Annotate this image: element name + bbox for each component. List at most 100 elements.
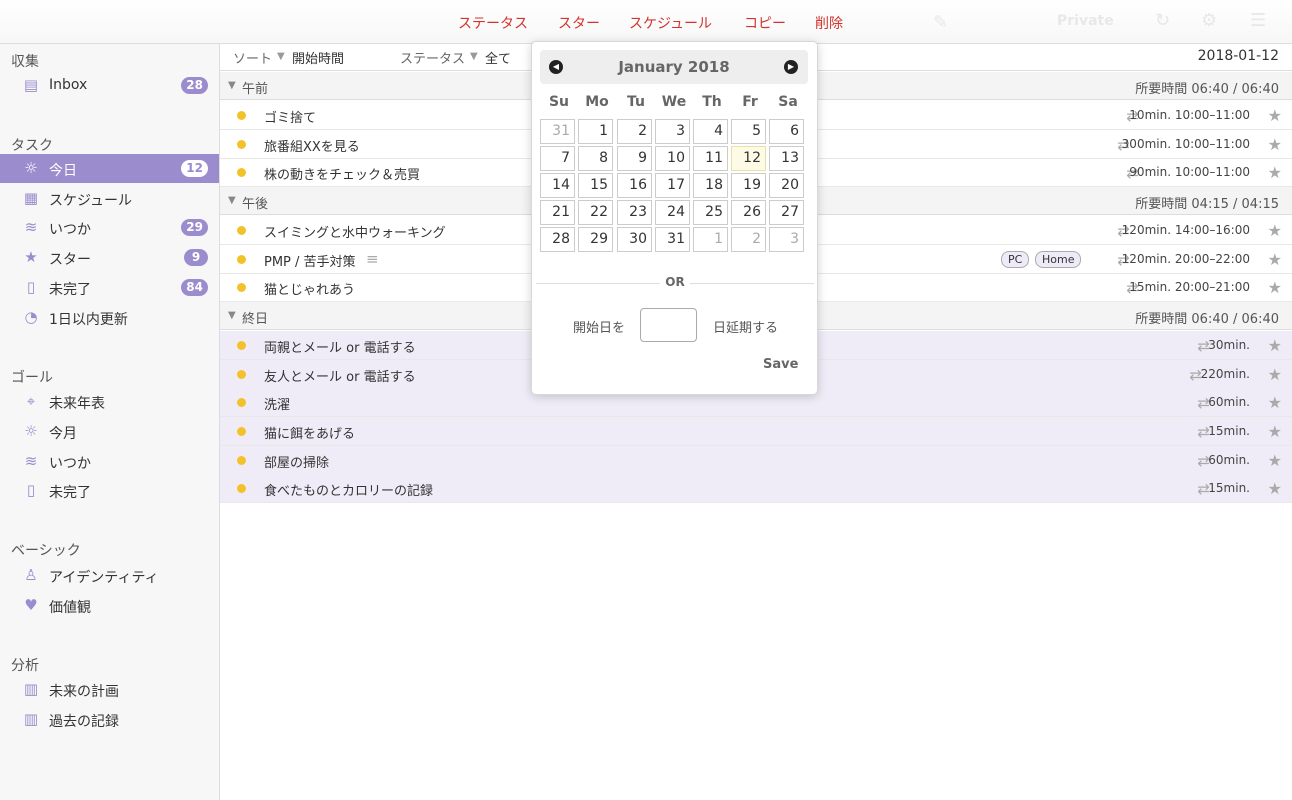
calendar-day[interactable]: 17: [655, 173, 690, 198]
star-icon[interactable]: ★: [1268, 451, 1282, 470]
status-dot[interactable]: [237, 427, 246, 436]
delay-days-input[interactable]: [640, 308, 697, 342]
task-row[interactable]: 部屋の掃除 ⇄ 60min. ★: [220, 446, 1292, 475]
schedule-menu[interactable]: スケジュール: [629, 13, 712, 33]
calendar-day[interactable]: 31: [655, 227, 690, 252]
sidebar-item-future-plan[interactable]: ▥ 未来の計画: [0, 675, 219, 704]
calendar-day[interactable]: 27: [769, 200, 804, 225]
sidebar-item-past-record[interactable]: ▥ 過去の記録: [0, 705, 219, 734]
collapse-arrow-icon[interactable]: ▼: [228, 310, 236, 321]
calendar-day[interactable]: 15: [578, 173, 613, 198]
status-menu[interactable]: ステータス: [458, 13, 528, 33]
star-icon[interactable]: ★: [1268, 479, 1282, 498]
refresh-icon[interactable]: ↻: [1155, 10, 1170, 31]
star-icon[interactable]: ★: [1268, 422, 1282, 441]
status-dot[interactable]: [237, 398, 246, 407]
sidebar-item-goal-someday[interactable]: ≋ いつか: [0, 447, 219, 476]
status-dot[interactable]: [237, 484, 246, 493]
calendar-day[interactable]: 10: [655, 146, 690, 171]
current-date[interactable]: 2018-01-12: [1198, 48, 1279, 64]
calendar-day[interactable]: 30: [617, 227, 652, 252]
calendar-day[interactable]: 18: [693, 173, 728, 198]
star-menu[interactable]: スター: [558, 13, 600, 33]
star-icon[interactable]: ★: [1268, 221, 1282, 240]
calendar-day[interactable]: 1: [693, 227, 728, 252]
status-dot[interactable]: [237, 255, 246, 264]
star-icon[interactable]: ★: [1268, 336, 1282, 355]
calendar-day[interactable]: 3: [769, 227, 804, 252]
copy-menu[interactable]: コピー: [744, 13, 786, 33]
next-month-icon[interactable]: ▶: [784, 60, 798, 74]
calendar-day[interactable]: 28: [540, 227, 575, 252]
sidebar-item-incomplete[interactable]: ▯ 未完了 84: [0, 273, 219, 302]
sidebar-item-identity[interactable]: ♙ アイデンティティ: [0, 561, 219, 590]
sidebar-item-inbox[interactable]: ▤ Inbox 28: [0, 71, 219, 100]
calendar-day[interactable]: 3: [655, 119, 690, 144]
gear-icon[interactable]: ⚙: [1201, 10, 1217, 31]
sidebar-item-star[interactable]: ★ スター 9: [0, 243, 219, 272]
calendar-day[interactable]: 13: [769, 146, 804, 171]
star-icon[interactable]: ★: [1268, 106, 1282, 125]
calendar-day[interactable]: 4: [693, 119, 728, 144]
status-dot[interactable]: [237, 341, 246, 350]
sidebar-item-values[interactable]: ♥ 価値観: [0, 591, 219, 620]
calendar-day[interactable]: 8: [578, 146, 613, 171]
star-icon[interactable]: ★: [1268, 278, 1282, 297]
menu-icon[interactable]: ☰: [1250, 10, 1266, 31]
status-dot[interactable]: [237, 168, 246, 177]
calendar-day[interactable]: 2: [731, 227, 766, 252]
calendar-day[interactable]: 2: [617, 119, 652, 144]
calendar-day[interactable]: 14: [540, 173, 575, 198]
sidebar-item-today[interactable]: ☼ 今日 12: [0, 154, 219, 183]
collapse-arrow-icon[interactable]: ▼: [228, 80, 236, 91]
status-dot[interactable]: [237, 370, 246, 379]
status-arrow-icon[interactable]: ▼: [470, 51, 478, 62]
privacy-label[interactable]: Private: [1057, 13, 1114, 29]
edit-icon[interactable]: ✎: [933, 12, 948, 33]
sidebar-item-this-month[interactable]: ☼ 今月: [0, 417, 219, 446]
sidebar-item-future-timeline[interactable]: ⌖ 未来年表: [0, 387, 219, 416]
collapse-arrow-icon[interactable]: ▼: [228, 195, 236, 206]
calendar-day[interactable]: 25: [693, 200, 728, 225]
sort-select[interactable]: 開始時間: [292, 48, 344, 67]
sidebar-item-updated[interactable]: ◔ 1日以内更新: [0, 303, 219, 332]
calendar-day[interactable]: 22: [578, 200, 613, 225]
tag-pc[interactable]: PC: [1001, 251, 1030, 268]
calendar-day[interactable]: 7: [540, 146, 575, 171]
star-icon[interactable]: ★: [1268, 250, 1282, 269]
status-dot[interactable]: [237, 226, 246, 235]
calendar-day[interactable]: 11: [693, 146, 728, 171]
note-icon[interactable]: ≡: [366, 250, 379, 268]
status-select[interactable]: 全て: [485, 48, 511, 67]
calendar-day[interactable]: 24: [655, 200, 690, 225]
calendar-day[interactable]: 23: [617, 200, 652, 225]
calendar-day[interactable]: 20: [769, 173, 804, 198]
task-row[interactable]: 猫に餌をあげる ⇄ 15min. ★: [220, 417, 1292, 446]
sort-arrow-icon[interactable]: ▼: [277, 51, 285, 62]
star-icon[interactable]: ★: [1268, 163, 1282, 182]
task-row[interactable]: 食べたものとカロリーの記録 ⇄ 15min. ★: [220, 474, 1292, 503]
delete-menu[interactable]: 削除: [815, 13, 843, 33]
calendar-day[interactable]: 9: [617, 146, 652, 171]
sidebar-item-someday[interactable]: ≋ いつか 29: [0, 213, 219, 242]
status-dot[interactable]: [237, 140, 246, 149]
status-dot[interactable]: [237, 111, 246, 120]
sidebar-item-schedule[interactable]: ▦ スケジュール: [0, 184, 219, 213]
sidebar-item-goal-incomplete[interactable]: ▯ 未完了: [0, 476, 219, 505]
calendar-day[interactable]: 16: [617, 173, 652, 198]
calendar-day[interactable]: 31: [540, 119, 575, 144]
calendar-day[interactable]: 1: [578, 119, 613, 144]
calendar-day[interactable]: 12: [731, 146, 766, 171]
calendar-day[interactable]: 19: [731, 173, 766, 198]
save-button[interactable]: Save: [763, 357, 798, 372]
star-icon[interactable]: ★: [1268, 365, 1282, 384]
status-dot[interactable]: [237, 283, 246, 292]
status-dot[interactable]: [237, 456, 246, 465]
calendar-day[interactable]: 21: [540, 200, 575, 225]
star-icon[interactable]: ★: [1268, 135, 1282, 154]
tag-home[interactable]: Home: [1035, 251, 1082, 268]
calendar-day[interactable]: 6: [769, 119, 804, 144]
calendar-day[interactable]: 5: [731, 119, 766, 144]
calendar-day[interactable]: 29: [578, 227, 613, 252]
star-icon[interactable]: ★: [1268, 393, 1282, 412]
